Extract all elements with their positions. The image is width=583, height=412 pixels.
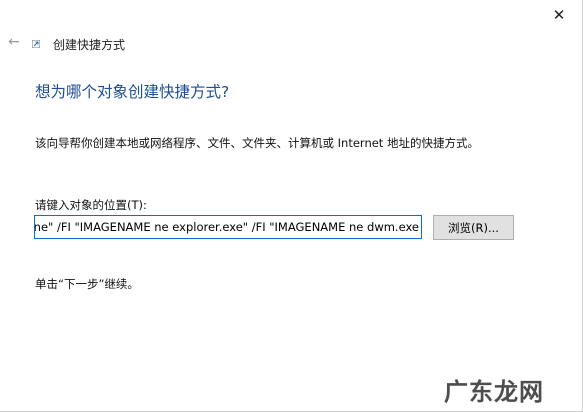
shortcut-wizard-icon (32, 40, 40, 48)
location-input-value: ne" /FI "IMAGENAME ne explorer.exe" /FI … (34, 220, 419, 234)
browse-button[interactable]: 浏览(R)... (433, 215, 514, 240)
wizard-description: 该向导帮你创建本地或网络程序、文件、文件夹、计算机或 Internet 地址的快… (35, 136, 479, 150)
close-button[interactable]: ✕ (536, 0, 582, 30)
back-button[interactable]: ← (4, 32, 24, 52)
create-shortcut-window: ✕ ← 创建快捷方式 想为哪个对象创建快捷方式? 该向导帮你创建本地或网络程序、… (0, 0, 583, 412)
back-arrow-icon: ← (8, 34, 20, 50)
location-label: 请键入对象的位置(T): (35, 198, 147, 212)
wizard-title: 创建快捷方式 (53, 38, 126, 52)
page-heading: 想为哪个对象创建快捷方式? (35, 83, 230, 101)
next-step-hint: 单击“下一步”继续。 (35, 277, 139, 291)
close-icon: ✕ (552, 6, 566, 24)
site-watermark: 广东龙网 (444, 377, 544, 406)
location-input[interactable]: ne" /FI "IMAGENAME ne explorer.exe" /FI … (34, 215, 422, 239)
